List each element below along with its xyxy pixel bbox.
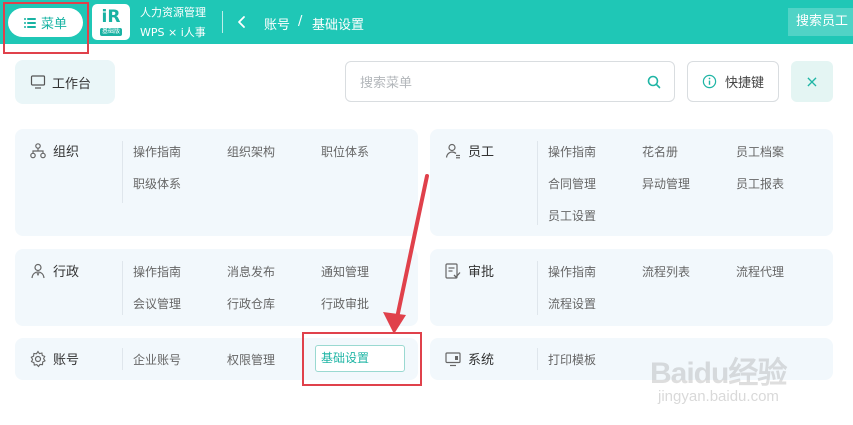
employee-icon	[445, 143, 460, 158]
section-system-header: 系统	[444, 349, 494, 368]
section-org: 组织 操作指南 组织架构 职位体系 职级体系	[15, 129, 418, 236]
app-subtitle: WPS × i人事	[140, 26, 206, 39]
breadcrumb-separator: /	[298, 14, 303, 29]
gear-icon	[30, 350, 46, 367]
menu-search-box[interactable]	[345, 61, 675, 102]
menu-item-admin-approval[interactable]: 行政审批	[321, 295, 369, 312]
section-account-title: 账号	[53, 353, 80, 368]
monitor-icon	[30, 75, 46, 89]
menu-item-company-account[interactable]: 企业账号	[133, 351, 181, 368]
menu-item-employee-reports[interactable]: 员工报表	[736, 175, 784, 192]
divider	[122, 261, 123, 315]
divider	[122, 141, 123, 203]
section-org-header: 组织	[29, 141, 79, 160]
workbench-label: 工作台	[52, 76, 92, 92]
section-admin-header: 行政	[29, 261, 79, 280]
admin-person-icon	[31, 263, 45, 278]
close-menu-button[interactable]: ×	[791, 61, 833, 102]
shortcut-button[interactable]: 快捷键	[687, 61, 779, 102]
search-icon[interactable]	[646, 74, 662, 90]
section-approval: 审批 操作指南 流程列表 流程代理 流程设置	[430, 249, 833, 326]
menu-item-basic-settings[interactable]: 基础设置	[315, 345, 405, 372]
divider	[537, 261, 538, 315]
close-icon: ×	[805, 72, 819, 91]
org-chart-icon	[30, 142, 46, 158]
menu-item-contracts[interactable]: 合同管理	[548, 175, 596, 192]
info-icon	[702, 74, 717, 89]
menu-item-process-list[interactable]: 流程列表	[642, 263, 690, 280]
menu-item-approval-guide[interactable]: 操作指南	[548, 263, 596, 280]
menu-item-print-template[interactable]: 打印模板	[548, 351, 596, 368]
menu-item-employee-files[interactable]: 员工档案	[736, 143, 784, 160]
section-approval-title: 审批	[468, 265, 495, 280]
section-system: 系统 打印模板	[430, 338, 833, 380]
menu-item-roster[interactable]: 花名册	[642, 143, 678, 160]
menu-item-meeting-manage[interactable]: 会议管理	[133, 295, 181, 312]
divider	[537, 141, 538, 225]
section-staff-header: 员工	[444, 141, 494, 160]
menu-item-transfers[interactable]: 异动管理	[642, 175, 690, 192]
watermark-url: jingyan.baidu.com	[658, 388, 779, 405]
employee-search[interactable]: 搜索员工	[788, 8, 853, 36]
workbench-button[interactable]: 工作台	[15, 60, 115, 104]
logo-edition: 基础版	[99, 28, 122, 36]
computer-icon	[445, 351, 461, 366]
section-account-header: 账号	[29, 349, 79, 368]
section-staff: 员工 操作指南 花名册 员工档案 合同管理 异动管理 员工报表 员工设置	[430, 129, 833, 236]
shortcut-label: 快捷键	[724, 76, 764, 91]
section-org-title: 组织	[53, 145, 80, 160]
approval-icon	[445, 262, 461, 279]
divider	[537, 348, 538, 370]
divider	[222, 11, 223, 33]
menu-item-staff-guide[interactable]: 操作指南	[548, 143, 596, 160]
menu-item-permission-manage[interactable]: 权限管理	[227, 351, 275, 368]
menu-item-admin-warehouse[interactable]: 行政仓库	[227, 295, 275, 312]
menu-search-input[interactable]	[360, 72, 640, 92]
menu-item-org-structure[interactable]: 组织架构	[227, 143, 275, 160]
menu-item-process-settings[interactable]: 流程设置	[548, 295, 596, 312]
list-icon	[23, 17, 36, 28]
section-approval-header: 审批	[444, 261, 494, 280]
menu-item-admin-guide[interactable]: 操作指南	[133, 263, 181, 280]
menu-item-message-publish[interactable]: 消息发布	[227, 263, 275, 280]
menu-button-label: 菜单	[40, 17, 67, 32]
top-bar: 菜单 iR 基础版 人力资源管理 WPS × i人事 账号 / 基础设置 搜索员…	[0, 0, 853, 44]
breadcrumb-parent[interactable]: 账号	[264, 14, 290, 33]
menu-item-rank-system[interactable]: 职级体系	[133, 175, 181, 192]
divider	[122, 348, 123, 370]
back-arrow-icon[interactable]	[236, 14, 248, 30]
app-name: 人力资源管理	[140, 6, 206, 19]
breadcrumb-current: 基础设置	[312, 18, 365, 33]
logo-mark: iR	[101, 7, 121, 27]
section-staff-title: 员工	[468, 145, 495, 160]
section-admin: 行政 操作指南 消息发布 通知管理 会议管理 行政仓库 行政审批	[15, 249, 418, 326]
section-system-title: 系统	[468, 353, 495, 368]
section-admin-title: 行政	[53, 265, 80, 280]
menu-item-employee-settings[interactable]: 员工设置	[548, 207, 596, 224]
menu-item-position-system[interactable]: 职位体系	[321, 143, 369, 160]
menu-button[interactable]: 菜单	[8, 8, 83, 37]
menu-item-notice-manage[interactable]: 通知管理	[321, 263, 369, 280]
menu-item-process-delegate[interactable]: 流程代理	[736, 263, 784, 280]
menu-item-org-guide[interactable]: 操作指南	[133, 143, 181, 160]
app-logo[interactable]: iR 基础版	[92, 4, 130, 40]
